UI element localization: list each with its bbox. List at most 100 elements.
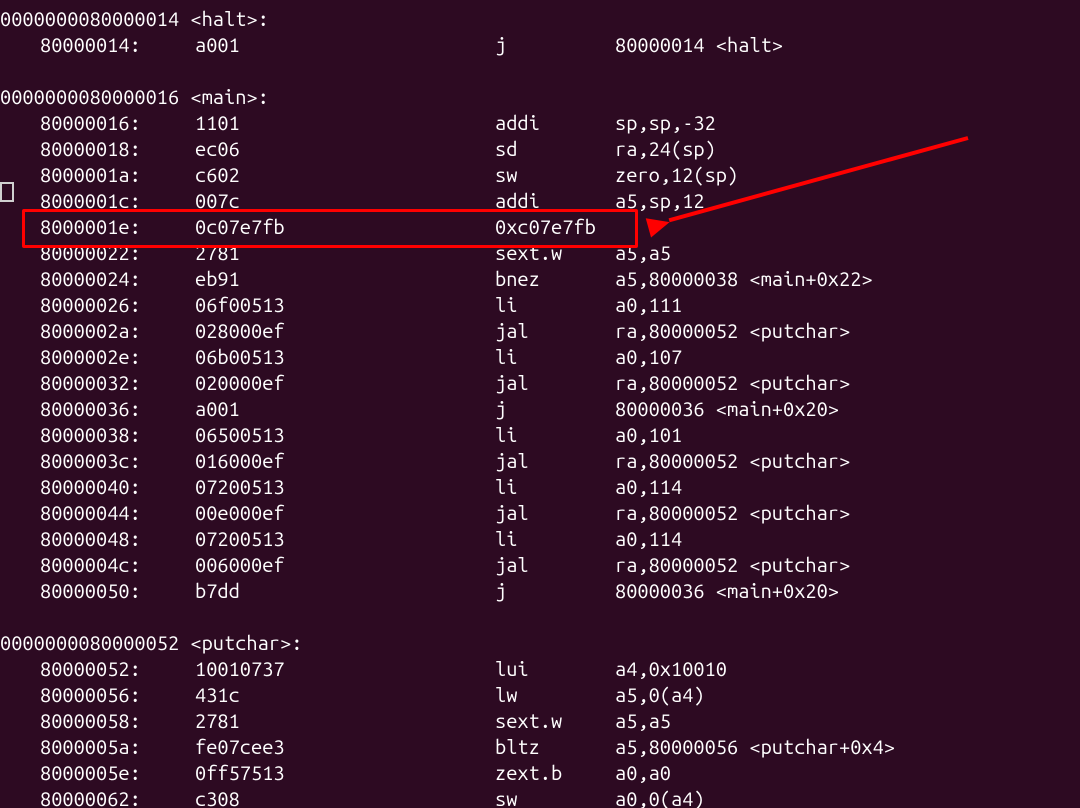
mnemonic: j [495,32,615,58]
raw-bytes: a001 [195,32,495,58]
mnemonic: li [495,344,615,370]
operands: a0,114 [615,526,682,552]
raw-bytes: 06b00513 [195,344,495,370]
operands: a0,a0 [615,760,671,786]
disasm-row: 8000003c:016000efjalra,80000052 <putchar… [0,448,1080,474]
section-header: 0000000080000052 <putchar>: [0,631,302,654]
raw-bytes: 2781 [195,240,495,266]
address: 80000050: [40,578,195,604]
operands: zero,12(sp) [615,162,738,188]
section-header: 0000000080000014 <halt>: [0,7,269,30]
raw-bytes: 431c [195,682,495,708]
raw-bytes: 020000ef [195,370,495,396]
operands: ra,24(sp) [615,136,716,162]
disasm-row: 80000040:07200513lia0,114 [0,474,1080,500]
mnemonic: jal [495,552,615,578]
operands: a4,0x10010 [615,656,727,682]
address: 80000014: [40,32,195,58]
mnemonic: jal [495,318,615,344]
disasm-row: 80000036:a001j80000036 <main+0x20> [0,396,1080,422]
mnemonic: 0xc07e7fb [495,214,615,240]
disassembly-terminal[interactable]: 0000000080000014 <halt>:80000014:a001j80… [0,0,1080,808]
mnemonic: lw [495,682,615,708]
disasm-row: 80000026:06f00513lia0,111 [0,292,1080,318]
mnemonic: bltz [495,734,615,760]
mnemonic: zext.b [495,760,615,786]
address: 80000056: [40,682,195,708]
address: 80000048: [40,526,195,552]
operands: a5,sp,12 [615,188,705,214]
address: 8000002e: [40,344,195,370]
mnemonic: sext.w [495,708,615,734]
address: 8000005e: [40,760,195,786]
raw-bytes: b7dd [195,578,495,604]
operands: ra,80000052 <putchar> [615,370,850,396]
disasm-row: 80000014:a001j80000014 <halt> [0,32,1080,58]
address: 8000001c: [40,188,195,214]
address: 80000040: [40,474,195,500]
disasm-row: 80000024:eb91bneza5,80000038 <main+0x22> [0,266,1080,292]
operands: 80000036 <main+0x20> [615,396,839,422]
operands: a0,107 [615,344,682,370]
section-header-line: 0000000080000052 <putchar>: [0,630,1080,656]
raw-bytes: eb91 [195,266,495,292]
operands: ra,80000052 <putchar> [615,318,850,344]
address: 80000038: [40,422,195,448]
raw-bytes: 0ff57513 [195,760,495,786]
operands: a0,0(a4) [615,786,705,808]
disasm-row: 8000005e:0ff57513zext.ba0,a0 [0,760,1080,786]
section-header: 0000000080000016 <main>: [0,85,269,108]
mnemonic: jal [495,448,615,474]
disasm-row: 8000001a:c602swzero,12(sp) [0,162,1080,188]
disasm-row: 80000022:2781sext.wa5,a5 [0,240,1080,266]
mnemonic: jal [495,370,615,396]
address: 80000022: [40,240,195,266]
address: 80000044: [40,500,195,526]
operands: a0,114 [615,474,682,500]
mnemonic: addi [495,110,615,136]
address: 80000036: [40,396,195,422]
raw-bytes: 07200513 [195,526,495,552]
address: 8000004c: [40,552,195,578]
raw-bytes: c308 [195,786,495,808]
raw-bytes: a001 [195,396,495,422]
mnemonic: bnez [495,266,615,292]
disasm-row: 8000001c:007caddia5,sp,12 [0,188,1080,214]
mnemonic: li [495,526,615,552]
operands: a0,101 [615,422,682,448]
disasm-row: 80000032:020000efjalra,80000052 <putchar… [0,370,1080,396]
raw-bytes: 007c [195,188,495,214]
operands: a5,0(a4) [615,682,705,708]
operands: ra,80000052 <putchar> [615,500,850,526]
operands: 80000036 <main+0x20> [615,578,839,604]
disasm-row: 80000062:c308swa0,0(a4) [0,786,1080,808]
mnemonic: li [495,422,615,448]
mnemonic: li [495,474,615,500]
mnemonic: sw [495,162,615,188]
disasm-row: 80000056:431clwa5,0(a4) [0,682,1080,708]
disasm-row: 8000004c:006000efjalra,80000052 <putchar… [0,552,1080,578]
disasm-row: 80000044:00e000efjalra,80000052 <putchar… [0,500,1080,526]
address: 80000032: [40,370,195,396]
raw-bytes: c602 [195,162,495,188]
operands: a0,111 [615,292,682,318]
mnemonic: lui [495,656,615,682]
address: 8000005a: [40,734,195,760]
disasm-row: 8000001e:0c07e7fb0xc07e7fb [0,214,1080,240]
disasm-row: 80000052:10010737luia4,0x10010 [0,656,1080,682]
mnemonic: li [495,292,615,318]
raw-bytes: 028000ef [195,318,495,344]
section-header-line: 0000000080000016 <main>: [0,84,1080,110]
address: 80000024: [40,266,195,292]
address: 8000003c: [40,448,195,474]
disasm-row: 8000002a:028000efjalra,80000052 <putchar… [0,318,1080,344]
address: 80000026: [40,292,195,318]
operands: ra,80000052 <putchar> [615,448,850,474]
raw-bytes: 06f00513 [195,292,495,318]
mnemonic: addi [495,188,615,214]
raw-bytes: 0c07e7fb [195,214,495,240]
operands: a5,a5 [615,240,671,266]
mnemonic: j [495,578,615,604]
disasm-row: 8000005a:fe07cee3bltza5,80000056 <putcha… [0,734,1080,760]
address: 80000016: [40,110,195,136]
